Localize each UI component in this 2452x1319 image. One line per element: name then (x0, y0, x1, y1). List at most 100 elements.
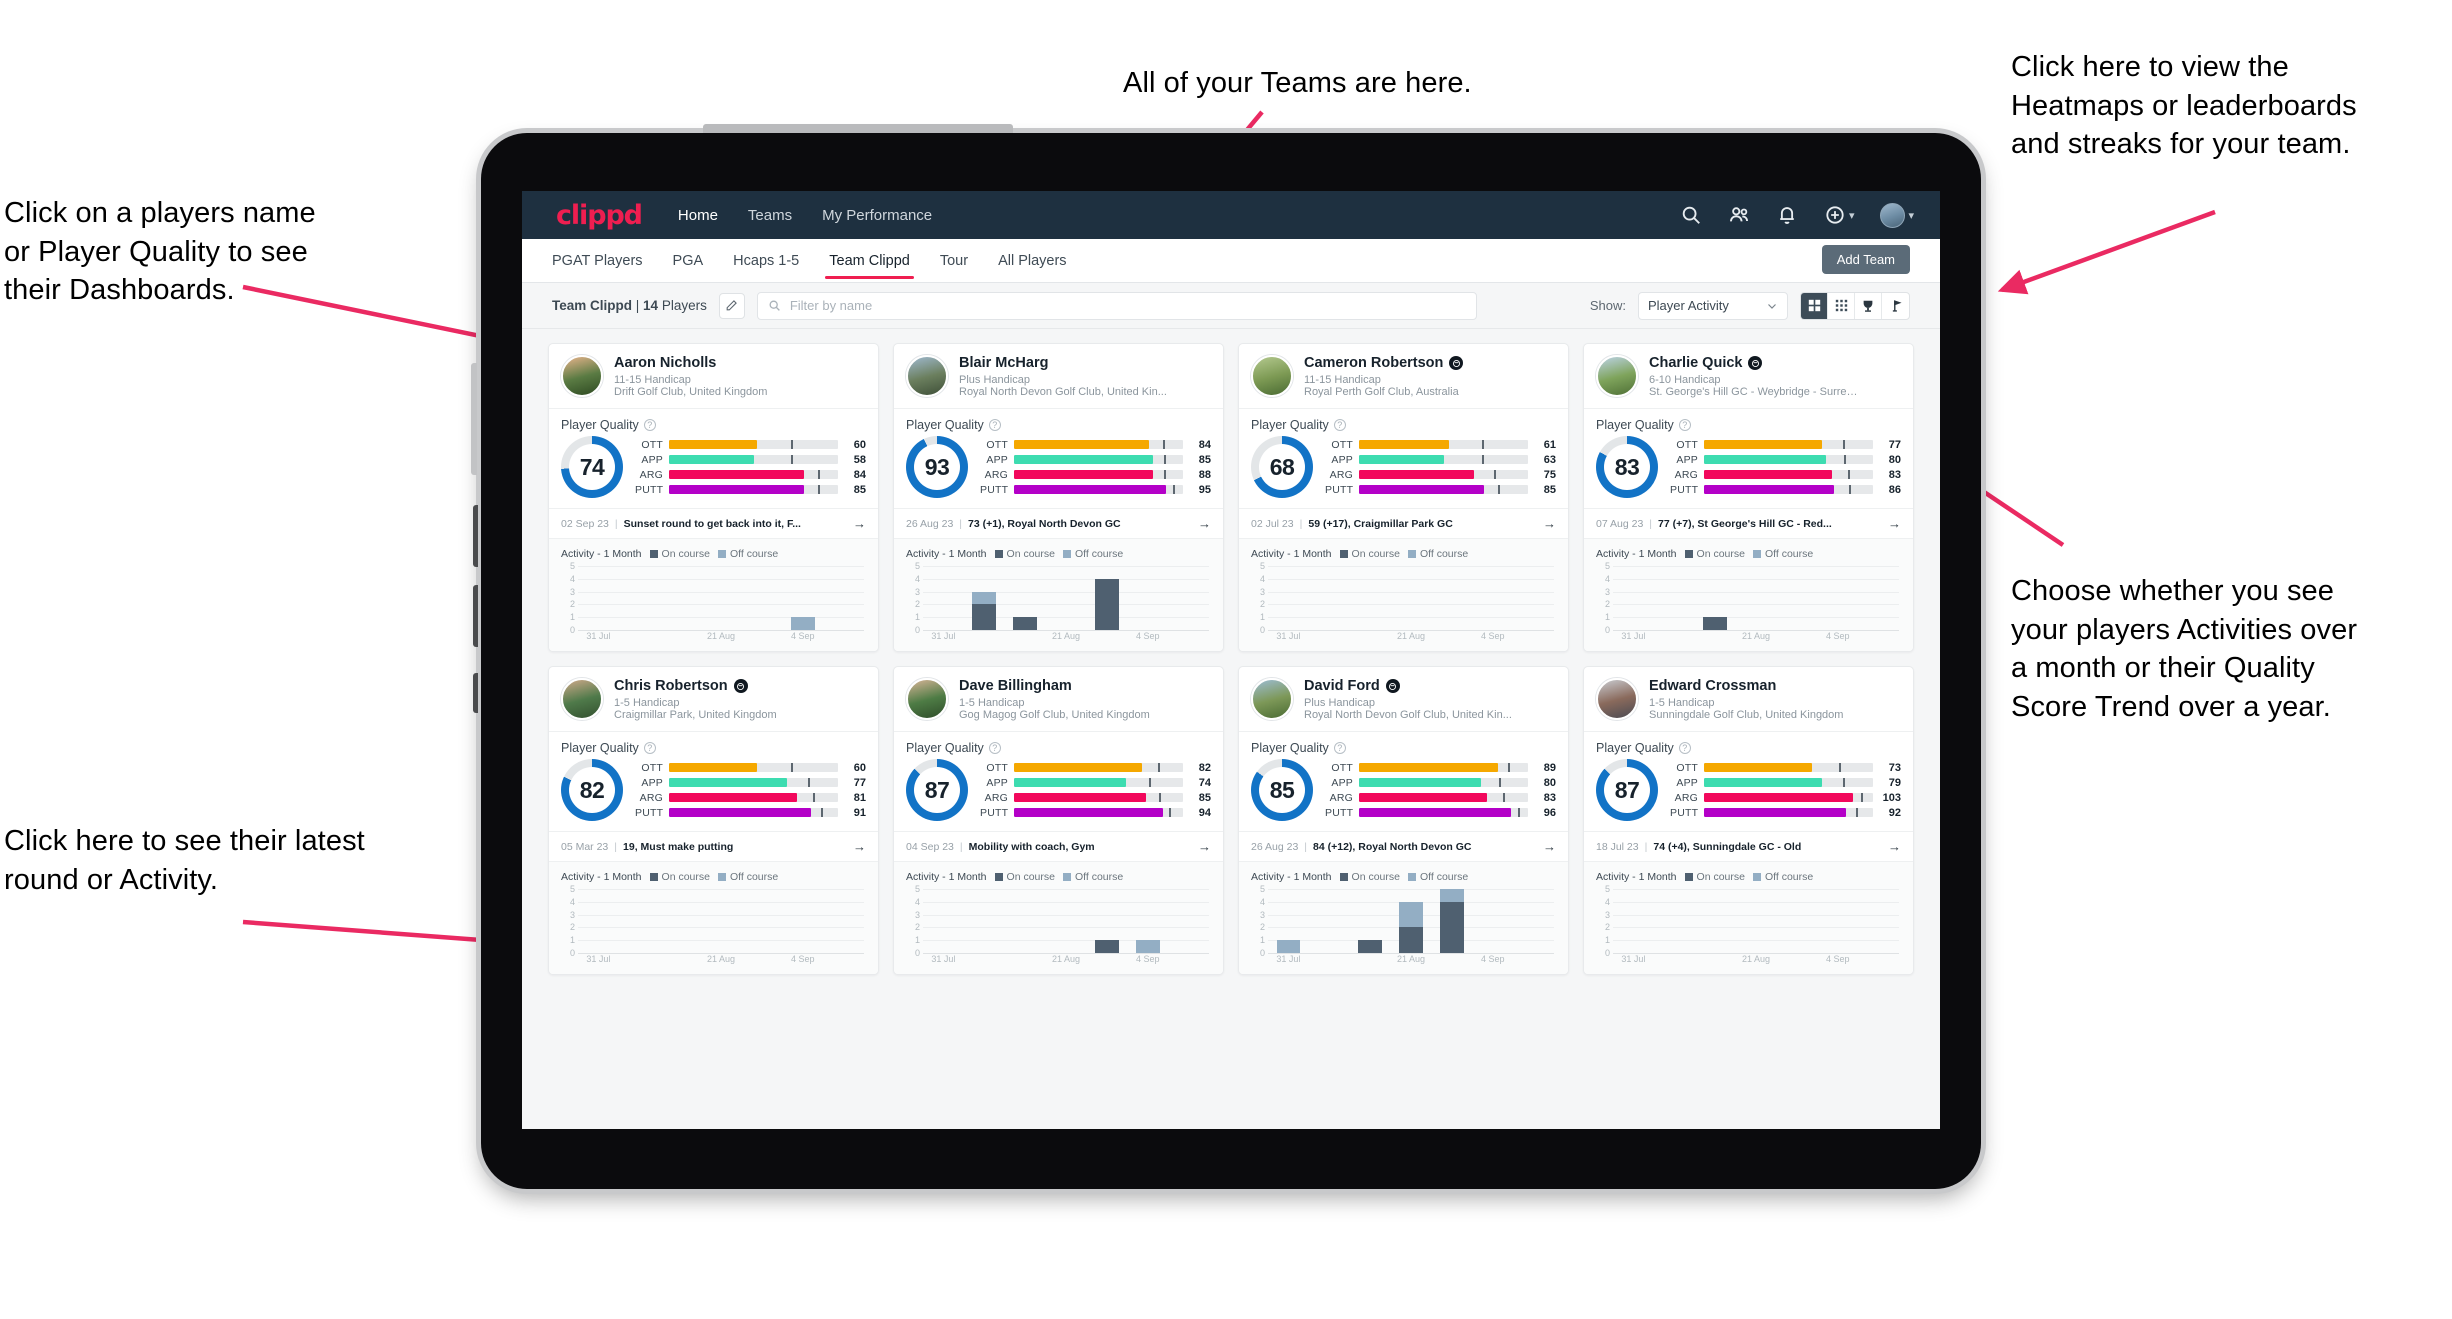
nav-link-home[interactable]: Home (678, 207, 718, 224)
player-quality-section[interactable]: Player Quality ? 83 OTT 77 APP 80 ARG 83… (1584, 409, 1913, 509)
chevron-down-icon-profile[interactable]: ▾ (1908, 209, 1914, 222)
help-icon[interactable]: ? (988, 742, 1001, 754)
help-icon[interactable]: ? (988, 419, 1001, 431)
player-card-header[interactable]: Edward Crossman 1-5 Handicap Sunningdale… (1584, 667, 1913, 732)
trophy-view-button[interactable] (1855, 292, 1882, 319)
player-card-header[interactable]: Aaron Nicholls 11-15 Handicap Drift Golf… (549, 344, 878, 409)
arrow-right-icon[interactable]: → (853, 516, 866, 531)
people-icon[interactable] (1728, 204, 1750, 226)
player-quality-section[interactable]: Player Quality ? 68 OTT 61 APP 63 ARG 75… (1239, 409, 1568, 509)
quality-score-value: 82 (579, 776, 605, 803)
arrow-right-icon[interactable]: → (853, 839, 866, 854)
tab-hcaps-1-5[interactable]: Hcaps 1-5 (733, 239, 799, 283)
search-input[interactable]: Filter by name (756, 291, 1477, 320)
latest-round-row[interactable]: 07 Aug 23 | 77 (+7), St George's Hill GC… (1584, 509, 1913, 539)
bar-slot (701, 566, 742, 630)
player-card-header[interactable]: Cameron Robertson 11-15 Handicap Royal P… (1239, 344, 1568, 409)
latest-round-row[interactable]: 05 Mar 23 | 19, Must make putting → (549, 832, 878, 862)
latest-round-row[interactable]: 26 Aug 23 | 73 (+1), Royal North Devon G… (894, 509, 1223, 539)
player-name[interactable]: Edward Crossman (1649, 678, 1843, 694)
show-select[interactable]: Player Activity (1638, 291, 1788, 320)
latest-round-row[interactable]: 18 Jul 23 | 74 (+4), Sunningdale GC - Ol… (1584, 832, 1913, 862)
activity-bar-chart: 5 4 3 2 1 0 31 Jul 21 Aug 4 Sep (1596, 884, 1901, 967)
player-card-header[interactable]: Dave Billingham 1-5 Handicap Gog Magog G… (894, 667, 1223, 732)
tab-team-clippd[interactable]: Team Clippd (825, 239, 914, 283)
player-name[interactable]: David Ford (1304, 678, 1512, 694)
help-icon[interactable]: ? (1333, 742, 1346, 754)
metric-bar (1704, 808, 1873, 817)
tab-pgat-players[interactable]: PGAT Players (552, 239, 643, 283)
latest-round-row[interactable]: 02 Sep 23 | Sunset round to get back int… (549, 509, 878, 539)
player-name[interactable]: Charlie Quick (1649, 355, 1861, 371)
bar-slot (1472, 566, 1513, 630)
arrow-right-icon[interactable]: → (1888, 839, 1901, 854)
metric-bar (669, 455, 838, 464)
bell-icon[interactable] (1776, 204, 1798, 226)
search-icon[interactable] (1680, 204, 1702, 226)
x-axis: 31 Jul 21 Aug 4 Sep (923, 630, 1209, 644)
help-icon[interactable]: ? (1678, 742, 1691, 754)
edit-team-button[interactable] (718, 292, 745, 319)
tab-all-players[interactable]: All Players (998, 239, 1067, 283)
latest-round-row[interactable]: 04 Sep 23 | Mobility with coach, Gym → (894, 832, 1223, 862)
players-word: Players (658, 298, 707, 313)
player-quality-section[interactable]: Player Quality ? 93 OTT 84 APP 85 ARG 88… (894, 409, 1223, 509)
arrow-right-icon[interactable]: → (1198, 516, 1211, 531)
player-card-header[interactable]: David Ford Plus Handicap Royal North Dev… (1239, 667, 1568, 732)
nav-link-my-performance[interactable]: My Performance (822, 207, 932, 224)
metric-benchmark-tick (790, 455, 793, 464)
activity-header: Activity - 1 Month On course Off course (906, 871, 1211, 883)
player-card[interactable]: Edward Crossman 1-5 Handicap Sunningdale… (1583, 666, 1914, 975)
player-card-header[interactable]: Chris Robertson 1-5 Handicap Craigmillar… (549, 667, 878, 732)
player-quality-section[interactable]: Player Quality ? 74 OTT 60 APP 58 ARG 84… (549, 409, 878, 509)
arrow-right-icon[interactable]: → (1543, 839, 1556, 854)
flag-view-button[interactable] (1882, 293, 1909, 319)
metric-benchmark-tick (1842, 778, 1845, 787)
player-card[interactable]: Blair McHarg Plus Handicap Royal North D… (893, 343, 1224, 652)
player-card[interactable]: Chris Robertson 1-5 Handicap Craigmillar… (548, 666, 879, 975)
help-icon[interactable]: ? (1678, 419, 1691, 431)
latest-round-row[interactable]: 02 Jul 23 | 59 (+17), Craigmillar Park G… (1239, 509, 1568, 539)
player-card[interactable]: Charlie Quick 6-10 Handicap St. George's… (1583, 343, 1914, 652)
arrow-right-icon[interactable]: → (1888, 516, 1901, 531)
help-icon[interactable]: ? (1333, 419, 1346, 431)
add-team-button[interactable]: Add Team (1821, 245, 1910, 274)
player-name[interactable]: Aaron Nicholls (614, 355, 767, 371)
player-quality-section[interactable]: Player Quality ? 87 OTT 82 APP 74 ARG 85… (894, 732, 1223, 832)
grid-view-icon (1808, 299, 1820, 312)
pencil-icon (726, 300, 738, 311)
player-name[interactable]: Dave Billingham (959, 678, 1150, 694)
tab-tour[interactable]: Tour (940, 239, 968, 283)
player-card[interactable]: Cameron Robertson 11-15 Handicap Royal P… (1238, 343, 1569, 652)
player-quality-label: Player Quality (1596, 741, 1674, 755)
player-card[interactable]: Aaron Nicholls 11-15 Handicap Drift Golf… (548, 343, 879, 652)
chevron-down-icon-add[interactable]: ▾ (1849, 209, 1855, 222)
latest-round-row[interactable]: 26 Aug 23 | 84 (+12), Royal North Devon … (1239, 832, 1568, 862)
metric-benchmark-tick (1849, 485, 1852, 494)
help-icon[interactable]: ? (643, 419, 656, 431)
player-quality-section[interactable]: Player Quality ? 85 OTT 89 APP 80 ARG 83… (1239, 732, 1568, 832)
arrow-right-icon[interactable]: → (1198, 839, 1211, 854)
player-card[interactable]: Dave Billingham 1-5 Handicap Gog Magog G… (893, 666, 1224, 975)
arrow-right-icon[interactable]: → (1543, 516, 1556, 531)
clippd-logo[interactable]: clippd (556, 200, 643, 231)
player-name[interactable]: Chris Robertson (614, 678, 777, 694)
player-card-header[interactable]: Blair McHarg Plus Handicap Royal North D… (894, 344, 1223, 409)
tab-pga[interactable]: PGA (673, 239, 704, 283)
dense-grid-view-button[interactable] (1828, 292, 1855, 319)
metric-benchmark-tick (1157, 763, 1160, 772)
player-name[interactable]: Blair McHarg (959, 355, 1167, 371)
avatar[interactable] (1880, 202, 1906, 228)
player-quality-section[interactable]: Player Quality ? 87 OTT 73 APP 79 ARG 10… (1584, 732, 1913, 832)
player-quality-section[interactable]: Player Quality ? 82 OTT 60 APP 77 ARG 81… (549, 732, 878, 832)
nav-link-teams[interactable]: Teams (748, 207, 792, 224)
help-icon[interactable]: ? (643, 742, 656, 754)
activity-header: Activity - 1 Month On course Off course (1251, 548, 1556, 560)
annotation-choose: Choose whether you see your players Acti… (2011, 575, 2358, 723)
plus-circle-icon[interactable] (1824, 204, 1846, 226)
player-card[interactable]: David Ford Plus Handicap Royal North Dev… (1238, 666, 1569, 975)
player-name[interactable]: Cameron Robertson (1304, 355, 1464, 371)
grid-view-button[interactable] (1801, 292, 1828, 319)
player-card-header[interactable]: Charlie Quick 6-10 Handicap St. George's… (1584, 344, 1913, 409)
x-axis-tick: 31 Jul (931, 631, 956, 641)
